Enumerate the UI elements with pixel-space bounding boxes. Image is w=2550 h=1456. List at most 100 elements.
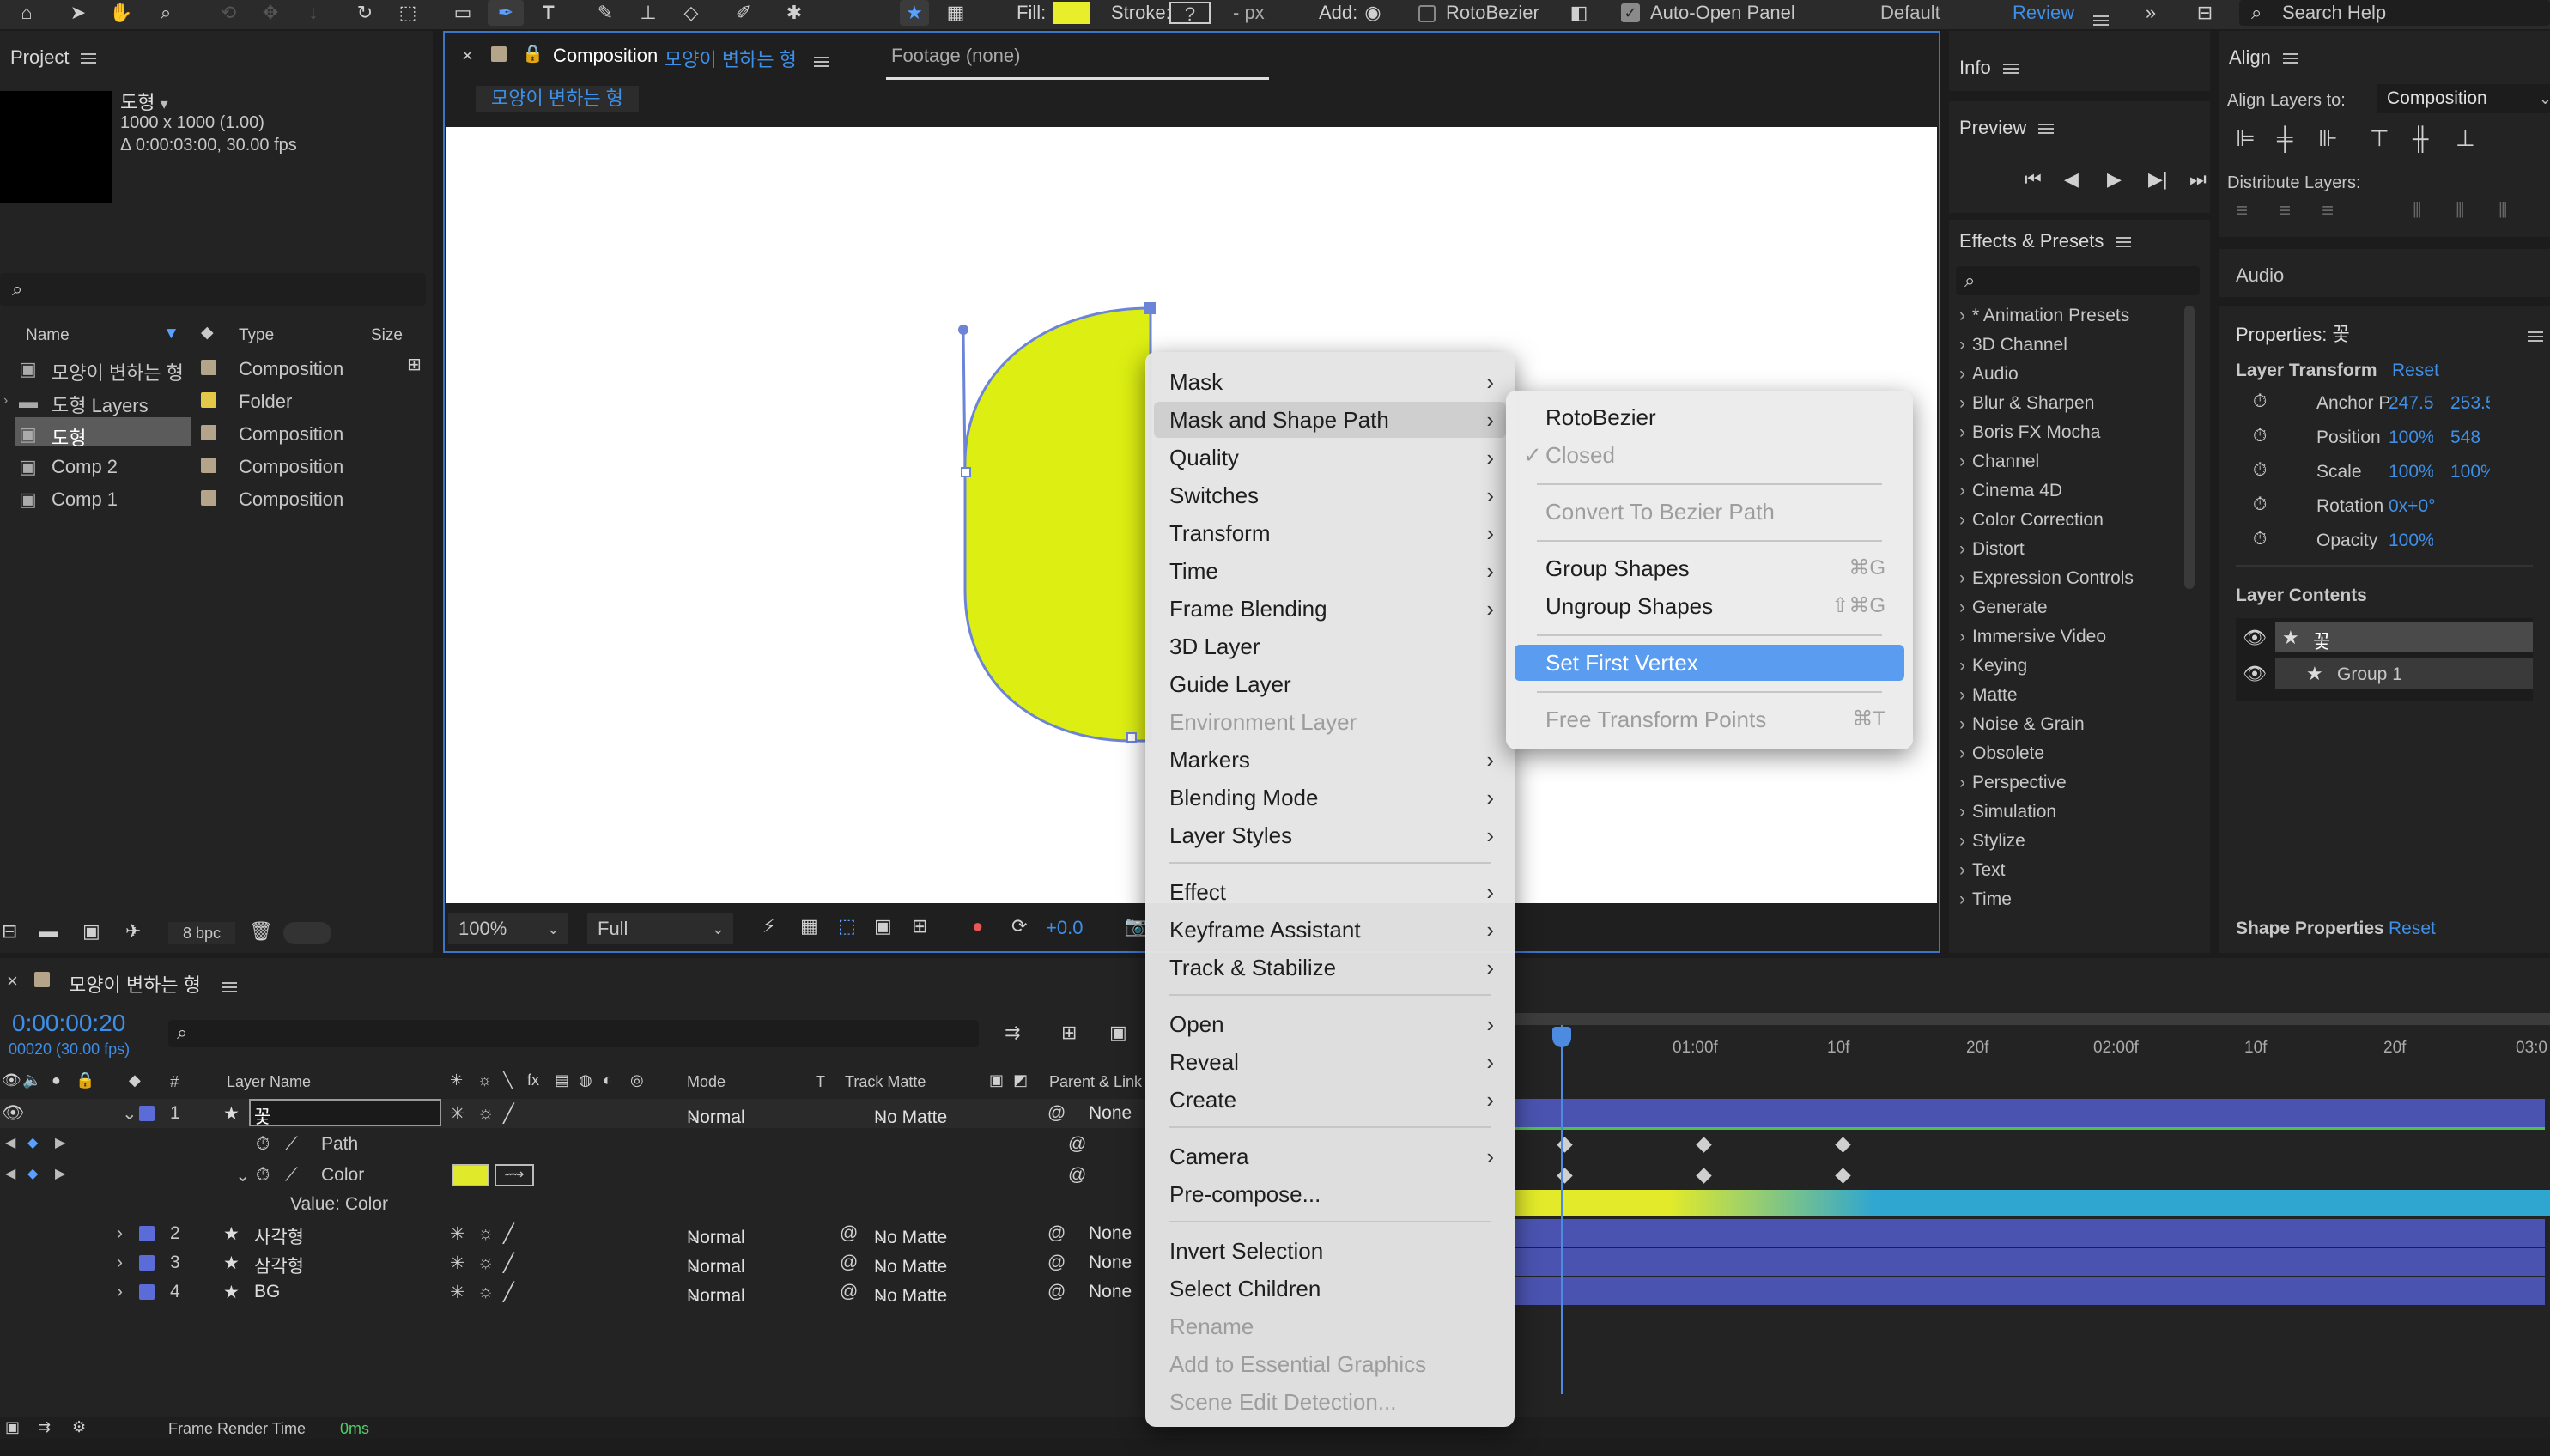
frame-blend-icon[interactable]: ▤ bbox=[555, 1071, 569, 1089]
col-mode[interactable]: Mode bbox=[687, 1073, 726, 1091]
align-vertical-center-icon[interactable]: ╫ bbox=[2413, 125, 2428, 152]
transparency-grid-icon[interactable]: ▦ bbox=[800, 915, 818, 937]
properties-menu-icon[interactable] bbox=[2528, 325, 2543, 347]
effects-category[interactable]: Obsolete bbox=[1959, 743, 2044, 764]
layer-bar[interactable] bbox=[1515, 1277, 2545, 1305]
distribute-top-icon[interactable]: ≡ bbox=[2236, 199, 2248, 223]
sort-desc-icon[interactable]: ▼ bbox=[163, 325, 179, 343]
first-frame-icon[interactable]: ⏮ bbox=[2025, 168, 2042, 191]
render-queue-icon[interactable]: ✈ bbox=[125, 920, 141, 943]
workspace-review[interactable]: Review bbox=[2013, 0, 2074, 26]
menu-item-track-stabilize[interactable]: Track & Stabilize › bbox=[1154, 949, 1506, 986]
pickwhip-icon[interactable]: @ bbox=[1068, 1134, 1086, 1155]
quality-icon[interactable]: ╱ bbox=[503, 1253, 514, 1274]
list-item-selected[interactable]: ▣ 도형 Composition bbox=[0, 417, 404, 449]
submenu-item-ungroup-shapes[interactable]: Ungroup Shapes ⇧⌘G bbox=[1515, 588, 1904, 624]
playhead-handle[interactable] bbox=[1552, 1027, 1571, 1047]
graph-icon[interactable]: ⟋ bbox=[285, 1134, 298, 1155]
keyframe[interactable] bbox=[1557, 1137, 1573, 1153]
effects-scrollbar[interactable] bbox=[2184, 306, 2195, 589]
list-item[interactable]: ▣ Comp 2 Composition bbox=[0, 450, 404, 481]
chevron-down-icon[interactable]: ⌄ bbox=[122, 1103, 137, 1125]
align-bottom-icon[interactable]: ⊥ bbox=[2456, 125, 2475, 152]
menu-item-reveal[interactable]: Reveal › bbox=[1154, 1044, 1506, 1080]
quality-icon[interactable]: ╱ bbox=[503, 1103, 514, 1125]
menu-item-3d-layer[interactable]: 3D Layer bbox=[1154, 628, 1506, 664]
effects-category[interactable]: Channel bbox=[1959, 452, 2039, 472]
fx-icon[interactable]: fx bbox=[527, 1071, 539, 1089]
draft-3d-icon[interactable]: ⊞ bbox=[1061, 1022, 1077, 1044]
matte-icon[interactable]: ▣ bbox=[989, 1071, 1004, 1089]
play-icon[interactable]: ▶ bbox=[2107, 168, 2122, 191]
layer-bar[interactable] bbox=[1515, 1219, 2545, 1247]
menu-item-guide-layer[interactable]: Guide Layer bbox=[1154, 666, 1506, 702]
checker-icon[interactable]: ▦ bbox=[943, 0, 968, 26]
list-item[interactable]: › ▬ 도형 Layers Folder bbox=[0, 385, 404, 416]
bpc-button[interactable]: 8 bpc bbox=[168, 922, 235, 944]
tab-composition-name[interactable]: 모양이 변하는 형 bbox=[665, 45, 797, 72]
tab-composition-label[interactable]: Composition bbox=[553, 45, 658, 67]
keyframe[interactable] bbox=[1696, 1168, 1712, 1184]
collapse-icon[interactable]: ☼ bbox=[477, 1253, 494, 1273]
menu-item-markers[interactable]: Markers › bbox=[1154, 742, 1506, 778]
pickwhip-icon[interactable]: @ bbox=[1047, 1103, 1066, 1124]
menu-item-select-children[interactable]: Select Children bbox=[1154, 1271, 1506, 1307]
effects-category[interactable]: Stylize bbox=[1959, 831, 2025, 852]
effects-category[interactable]: Boris FX Mocha bbox=[1959, 422, 2100, 443]
shy-icon[interactable]: ✳ bbox=[450, 1253, 465, 1274]
effects-category[interactable]: Generate bbox=[1959, 598, 2048, 618]
vertex-point[interactable] bbox=[961, 467, 971, 477]
rotobezier-checkbox[interactable] bbox=[1418, 5, 1436, 22]
effects-category[interactable]: Blur & Sharpen bbox=[1959, 393, 2094, 414]
chevron-right-icon[interactable]: › bbox=[117, 1223, 123, 1244]
prev-keyframe-icon[interactable]: ◀ bbox=[5, 1134, 15, 1151]
fill-star-button[interactable]: ★ bbox=[900, 0, 929, 26]
rotate-tool-icon[interactable]: ↻ bbox=[352, 0, 378, 26]
effects-category[interactable]: Expression Controls bbox=[1959, 568, 2134, 589]
workspace-default[interactable]: Default bbox=[1880, 0, 1940, 26]
collapse-icon[interactable]: ☼ bbox=[477, 1071, 492, 1089]
shy-icon[interactable]: ✳ bbox=[450, 1071, 463, 1089]
effects-category[interactable]: Cinema 4D bbox=[1959, 481, 2062, 501]
table-row[interactable]: › 2 ★ 사각형 ✳ ☼ ╱ Normal ⌄ @ No Matte ⌄ @ … bbox=[0, 1219, 1145, 1248]
close-icon[interactable]: × bbox=[7, 970, 18, 992]
menu-item-mask[interactable]: Mask › bbox=[1154, 364, 1506, 400]
menu-item-switches[interactable]: Switches › bbox=[1154, 477, 1506, 513]
submenu-item-rotobezier[interactable]: RotoBezier bbox=[1515, 399, 1904, 435]
timecode[interactable]: 0:00:00:20 bbox=[12, 1010, 125, 1037]
effects-category[interactable]: Audio bbox=[1959, 364, 2019, 385]
lock-icon[interactable]: 🔒 bbox=[522, 43, 543, 64]
vertex-point[interactable] bbox=[1126, 732, 1137, 743]
more-workspaces-icon[interactable]: » bbox=[2138, 0, 2164, 26]
interpret-footage-icon[interactable]: ⊟ bbox=[2, 920, 17, 943]
keyframe[interactable] bbox=[1696, 1137, 1712, 1153]
camera-behind-icon[interactable]: ⬚ bbox=[395, 0, 421, 26]
menu-item-quality[interactable]: Quality › bbox=[1154, 440, 1506, 476]
menu-item-effect[interactable]: Effect › bbox=[1154, 874, 1506, 910]
stopwatch-icon[interactable]: ⏱ bbox=[2253, 529, 2267, 549]
label-tag-icon[interactable]: ◆ bbox=[201, 323, 214, 343]
breadcrumb[interactable]: 모양이 변하는 형 bbox=[476, 86, 639, 112]
handle-point[interactable] bbox=[958, 325, 968, 335]
align-top-icon[interactable]: ⊤ bbox=[2370, 125, 2389, 152]
project-panel-menu-icon[interactable] bbox=[81, 53, 97, 64]
home-icon[interactable]: ⌂ bbox=[14, 0, 39, 26]
frame-blending-icon[interactable]: ▣ bbox=[1109, 1022, 1127, 1044]
close-icon[interactable]: × bbox=[462, 45, 473, 67]
timeline-tab-name[interactable]: 모양이 변하는 형 bbox=[69, 970, 201, 998]
toggle-switch[interactable] bbox=[283, 922, 331, 944]
parent-select[interactable]: None bbox=[1089, 1103, 1132, 1124]
pickwhip-icon[interactable]: @ bbox=[1068, 1165, 1086, 1186]
collapse-icon[interactable]: ☼ bbox=[477, 1282, 494, 1302]
keyframe[interactable] bbox=[1835, 1168, 1851, 1184]
menu-item-open[interactable]: Open › bbox=[1154, 1006, 1506, 1042]
color-swatch[interactable] bbox=[452, 1164, 489, 1186]
puppet-tool-icon[interactable]: ✱ bbox=[781, 0, 807, 26]
stopwatch-icon[interactable]: ⏱ bbox=[2253, 391, 2267, 412]
next-keyframe-icon[interactable]: ▶ bbox=[55, 1134, 65, 1151]
roto-brush-icon[interactable]: ✐ bbox=[728, 0, 759, 26]
rectangle-tool-icon[interactable]: ▭ bbox=[450, 0, 476, 26]
chevron-right-icon[interactable]: › bbox=[117, 1282, 123, 1302]
label-tag-icon[interactable]: ◆ bbox=[129, 1071, 141, 1089]
next-keyframe-icon[interactable]: ▶ bbox=[55, 1165, 65, 1182]
